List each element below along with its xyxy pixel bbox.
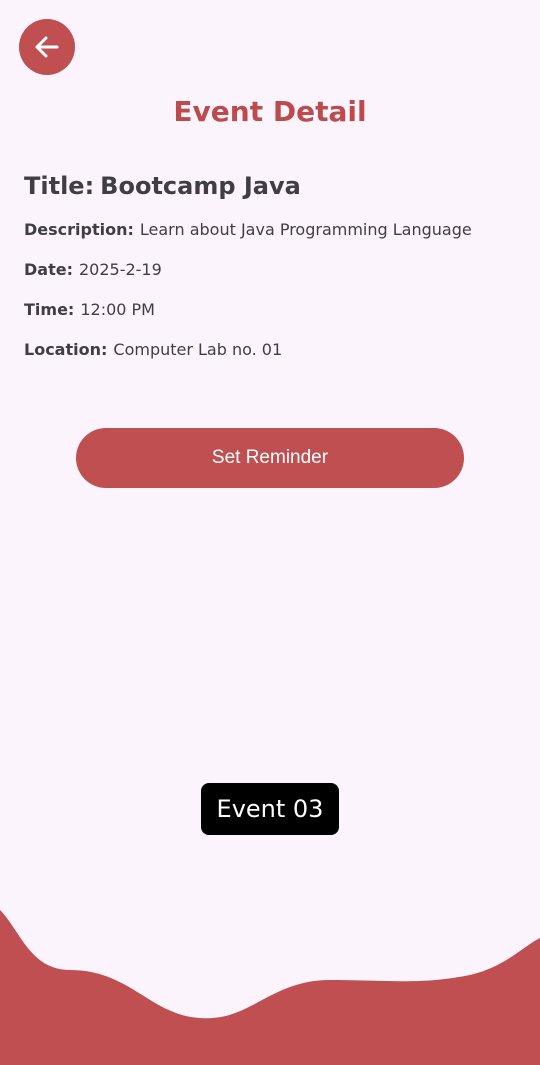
arrow-left-icon <box>33 33 61 61</box>
event-title-value: Bootcamp Java <box>100 172 301 200</box>
event-description-row: Description: Learn about Java Programming… <box>24 218 530 242</box>
page-title: Event Detail <box>173 95 367 128</box>
back-button[interactable] <box>19 19 75 75</box>
event-location-value: Computer Lab no. 01 <box>113 340 283 359</box>
event-time-value: 12:00 PM <box>80 300 155 319</box>
event-location-row: Location: Computer Lab no. 01 <box>24 338 530 362</box>
event-date-value: 2025-2-19 <box>78 260 162 279</box>
event-description-label: Description: <box>24 220 134 239</box>
event-title-row: Title: Bootcamp Java <box>24 167 530 205</box>
event-date-label: Date: <box>24 260 73 279</box>
event-location-label: Location: <box>24 340 108 359</box>
event-time-label: Time: <box>24 300 75 319</box>
event-title-label: Title: <box>24 172 95 200</box>
event-details: Title: Bootcamp Java Description: Learn ab… <box>24 167 530 362</box>
event-date-row: Date: 2025-2-19 <box>24 258 530 282</box>
toast-message: Event 03 <box>201 783 339 835</box>
bottom-wave-decoration <box>0 910 540 1065</box>
set-reminder-button[interactable]: Set Reminder <box>76 428 464 488</box>
event-time-row: Time: 12:00 PM <box>24 298 530 322</box>
event-description-value: Learn about Java Programming Language <box>139 220 472 239</box>
